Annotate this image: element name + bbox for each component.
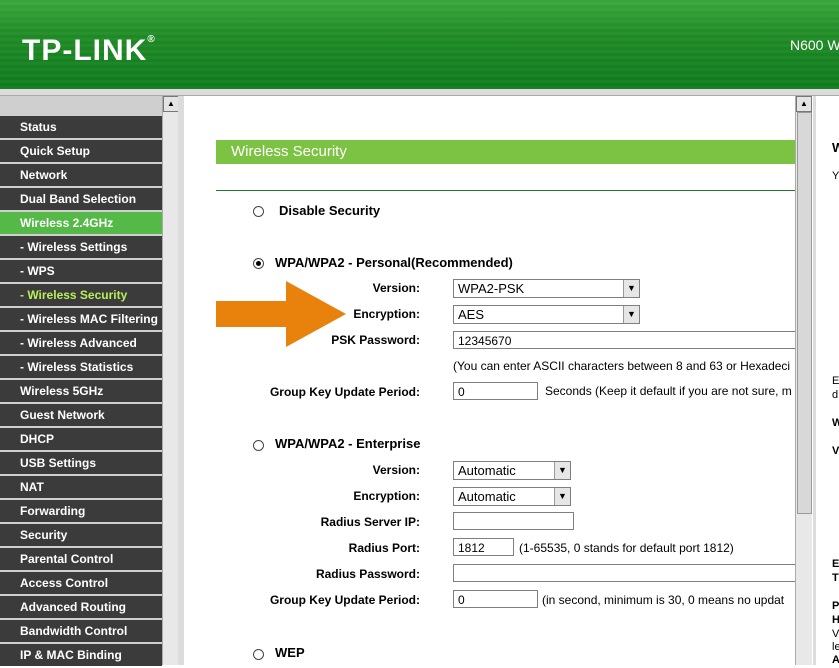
sidebar-scrollbar[interactable]: ▲ bbox=[162, 96, 179, 665]
sidebar-item-parental-control[interactable]: Parental Control bbox=[0, 548, 162, 570]
enterprise-version-value: Automatic bbox=[458, 463, 516, 478]
header-divider bbox=[0, 89, 839, 96]
help-text-7: E bbox=[832, 558, 839, 570]
sidebar-item-wireless-24ghz[interactable]: Wireless 2.4GHz bbox=[0, 212, 162, 234]
sidebar-item-advanced-routing[interactable]: Advanced Routing bbox=[0, 596, 162, 618]
logo-text: TP-LINK bbox=[22, 34, 148, 67]
sidebar-item-status[interactable]: Status bbox=[0, 116, 162, 138]
radius-port-hint: (1-65535, 0 stands for default port 1812… bbox=[519, 541, 734, 555]
disable-security-radio[interactable] bbox=[253, 206, 264, 217]
wep-radio[interactable] bbox=[253, 649, 264, 660]
orange-arrow-icon bbox=[216, 281, 346, 347]
personal-encryption-select[interactable]: AES ▼ bbox=[453, 305, 640, 324]
help-text-8: T bbox=[832, 572, 839, 584]
dropdown-arrow-icon[interactable]: ▼ bbox=[554, 488, 570, 505]
enterprise-group-key-input[interactable]: 0 bbox=[453, 590, 538, 608]
help-text-6: V bbox=[832, 445, 839, 457]
personal-group-key-label: Group Key Update Period: bbox=[269, 385, 420, 399]
sidebar-item-wireless-5ghz[interactable]: Wireless 5GHz bbox=[0, 380, 162, 402]
radius-server-ip-label: Radius Server IP: bbox=[320, 515, 420, 529]
radius-password-label: Radius Password: bbox=[315, 567, 420, 581]
main-content: Wireless Security Disable Security WPA/W… bbox=[185, 96, 795, 665]
psk-password-hint: (You can enter ASCII characters between … bbox=[453, 359, 791, 373]
help-text-3: E bbox=[832, 375, 839, 387]
radius-password-input[interactable] bbox=[453, 564, 795, 582]
header: TP-LINK® N600 W bbox=[0, 0, 839, 89]
help-text-5: W bbox=[832, 417, 839, 429]
enterprise-version-label: Version: bbox=[372, 463, 420, 477]
sidebar-item-wps[interactable]: - WPS bbox=[0, 260, 162, 282]
enterprise-encryption-select[interactable]: Automatic ▼ bbox=[453, 487, 571, 506]
sidebar-item-wireless-advanced[interactable]: - Wireless Advanced bbox=[0, 332, 162, 354]
help-text-9: P bbox=[832, 600, 839, 612]
radius-server-ip-input[interactable] bbox=[453, 512, 574, 530]
sidebar-item-ip-mac-binding[interactable]: IP & MAC Binding bbox=[0, 644, 162, 666]
help-text-4: d bbox=[832, 389, 839, 401]
personal-version-value: WPA2-PSK bbox=[458, 281, 525, 296]
sidebar-item-bandwidth-control[interactable]: Bandwidth Control bbox=[0, 620, 162, 642]
main-scrollbar[interactable]: ▲ bbox=[795, 96, 812, 665]
radius-port-input[interactable]: 1812 bbox=[453, 538, 514, 556]
sidebar-menu: Status Quick Setup Network Dual Band Sel… bbox=[0, 116, 162, 668]
personal-group-key-input[interactable]: 0 bbox=[453, 382, 538, 400]
wpa-enterprise-radio[interactable] bbox=[253, 440, 264, 451]
sidebar-item-wireless-settings[interactable]: - Wireless Settings bbox=[0, 236, 162, 258]
enterprise-group-key-label: Group Key Update Period: bbox=[269, 593, 420, 607]
dropdown-arrow-icon[interactable]: ▼ bbox=[623, 280, 639, 297]
scroll-up-arrow-icon[interactable]: ▲ bbox=[796, 96, 812, 112]
sidebar-item-wireless-statistics[interactable]: - Wireless Statistics bbox=[0, 356, 162, 378]
model-name: N600 W bbox=[790, 37, 839, 53]
dropdown-arrow-icon[interactable]: ▼ bbox=[554, 462, 570, 479]
scroll-up-arrow-icon[interactable]: ▲ bbox=[163, 96, 179, 112]
sidebar-item-usb-settings[interactable]: USB Settings bbox=[0, 452, 162, 474]
radius-port-label: Radius Port: bbox=[348, 541, 420, 555]
enterprise-encryption-label: Encryption: bbox=[353, 489, 420, 503]
wpa-personal-label: WPA/WPA2 - Personal(Recommended) bbox=[275, 255, 513, 270]
sidebar-item-quick-setup[interactable]: Quick Setup bbox=[0, 140, 162, 162]
logo-registered-mark: ® bbox=[147, 34, 156, 45]
enterprise-version-select[interactable]: Automatic ▼ bbox=[453, 461, 571, 480]
frame-divider bbox=[178, 96, 184, 665]
help-text-1: W bbox=[832, 140, 839, 155]
sidebar-item-security[interactable]: Security bbox=[0, 524, 162, 546]
help-text-12: le bbox=[832, 641, 839, 653]
disable-security-label: Disable Security bbox=[279, 203, 381, 218]
enterprise-group-key-hint: (in second, minimum is 30, 0 means no up… bbox=[542, 593, 785, 607]
personal-group-key-hint: Seconds (Keep it default if you are not … bbox=[545, 384, 792, 398]
page-title: Wireless Security bbox=[216, 140, 795, 164]
psk-password-input[interactable]: 12345670 bbox=[453, 331, 795, 349]
sidebar-item-wireless-security[interactable]: - Wireless Security bbox=[0, 284, 162, 306]
title-divider bbox=[216, 190, 795, 191]
sidebar-item-dhcp[interactable]: DHCP bbox=[0, 428, 162, 450]
sidebar-item-network[interactable]: Network bbox=[0, 164, 162, 186]
help-text-10: H bbox=[832, 614, 839, 626]
sidebar-item-guest-network[interactable]: Guest Network bbox=[0, 404, 162, 426]
scrollbar-thumb[interactable] bbox=[797, 112, 812, 514]
sidebar-item-wireless-mac-filtering[interactable]: - Wireless MAC Filtering bbox=[0, 308, 162, 330]
tp-link-logo: TP-LINK® bbox=[22, 34, 156, 68]
personal-encryption-value: AES bbox=[458, 307, 485, 322]
wpa-personal-radio[interactable] bbox=[253, 258, 264, 269]
sidebar-item-dual-band-selection[interactable]: Dual Band Selection bbox=[0, 188, 162, 210]
help-text-11: V bbox=[832, 628, 839, 640]
wep-label: WEP bbox=[275, 645, 305, 660]
help-panel: W Y E d W V E T P H V le A bbox=[813, 96, 839, 666]
sidebar-item-forwarding[interactable]: Forwarding bbox=[0, 500, 162, 522]
help-text-2: Y bbox=[832, 170, 839, 182]
personal-version-select[interactable]: WPA2-PSK ▼ bbox=[453, 279, 640, 298]
wpa-enterprise-label: WPA/WPA2 - Enterprise bbox=[275, 436, 421, 451]
enterprise-encryption-value: Automatic bbox=[458, 489, 516, 504]
sidebar-item-nat[interactable]: NAT bbox=[0, 476, 162, 498]
help-text-13: A bbox=[832, 654, 839, 666]
dropdown-arrow-icon[interactable]: ▼ bbox=[623, 306, 639, 323]
sidebar-item-access-control[interactable]: Access Control bbox=[0, 572, 162, 594]
